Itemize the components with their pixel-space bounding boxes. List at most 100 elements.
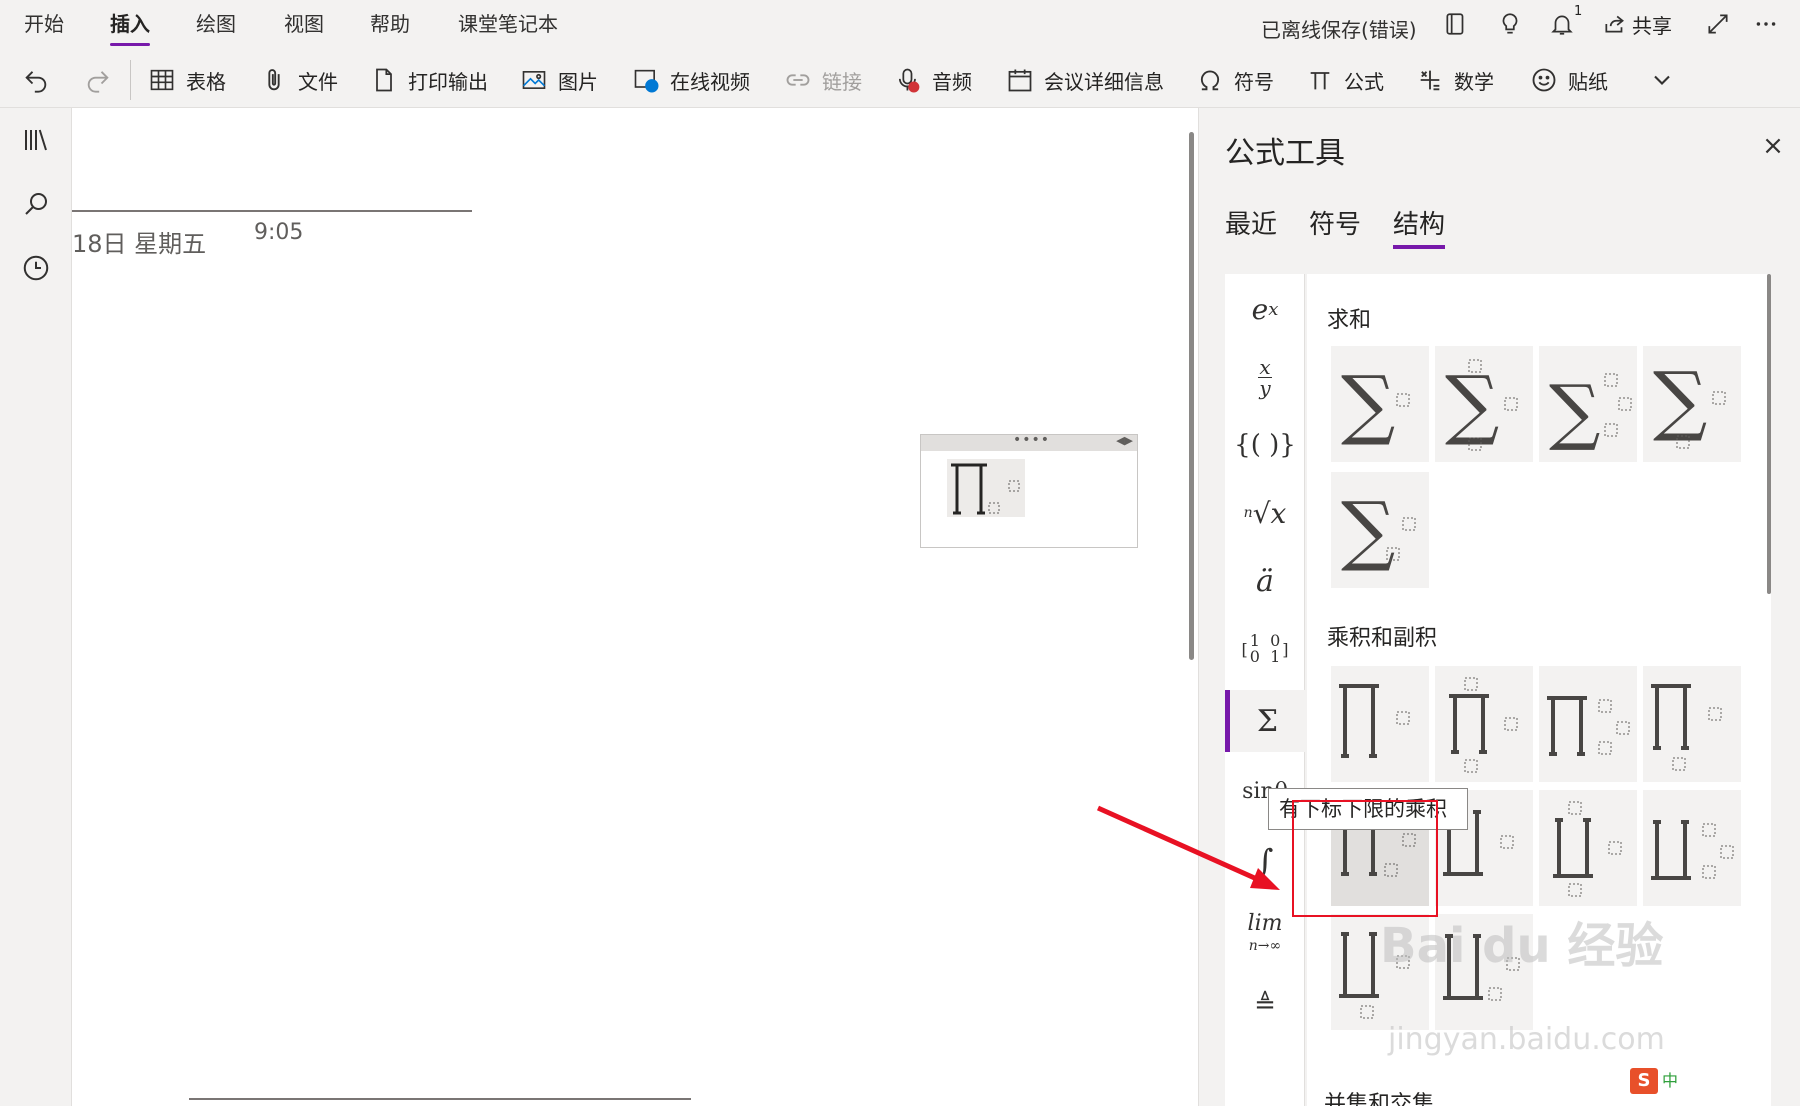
sticker-label: 贴纸	[1568, 69, 1608, 94]
more-commands-button[interactable]	[1648, 62, 1686, 98]
fullscreen-icon[interactable]	[1702, 8, 1734, 40]
document-icon	[376, 68, 392, 92]
ribbon: 开始 插入 绘图 视图 帮助 课堂笔记本 已离线保存(错误) 1 共享 表格 文…	[0, 0, 1800, 108]
product-limits-tile[interactable]	[1435, 666, 1533, 782]
sum-limits-icon: ∑	[1445, 359, 1518, 451]
equation-button[interactable]: 公式	[1306, 62, 1384, 98]
insert-toolbar: 表格 文件 打印输出 图片 在线视频 链接 音频 会议详细信息 符号 公式 数学…	[0, 54, 1800, 104]
sum-icon: ∑	[1341, 359, 1410, 448]
printout-label: 打印输出	[408, 69, 488, 94]
panel-title: 公式工具	[1225, 136, 1345, 171]
resize-arrows-icon[interactable]: ◀▶	[1116, 434, 1133, 447]
coproduct-subsup-icon	[1651, 820, 1734, 880]
printout-button[interactable]: 打印输出	[370, 62, 488, 98]
tab-view[interactable]: 视图	[284, 10, 324, 40]
equation-label: 公式	[1344, 69, 1384, 94]
category-operator-icon[interactable]: ≜	[1225, 974, 1305, 1036]
recent-clock-icon[interactable]	[18, 250, 54, 286]
immersive-reader-icon[interactable]	[1440, 8, 1472, 40]
smiley-icon	[1532, 68, 1556, 92]
link-button[interactable]: 链接	[784, 62, 862, 98]
container-handle[interactable]: •••• ◀▶	[921, 432, 1137, 451]
notebooks-icon[interactable]	[18, 122, 54, 158]
category-bracket-icon[interactable]: {( )}	[1225, 414, 1305, 476]
file-button[interactable]: 文件	[260, 62, 338, 98]
tab-class-notebook[interactable]: 课堂笔记本	[458, 10, 558, 40]
category-script-icon[interactable]: ex	[1225, 278, 1305, 340]
category-matrix-icon[interactable]: [1 00 1]	[1225, 618, 1305, 680]
online-video-button[interactable]: 在线视频	[632, 62, 750, 98]
page-time: 9:05	[254, 220, 304, 245]
coproduct-subsup-tile[interactable]	[1643, 790, 1741, 906]
sum-sub-tile[interactable]: ∑	[1331, 472, 1429, 588]
audio-button[interactable]: 音频	[894, 62, 972, 98]
coproduct-limits-tile[interactable]	[1539, 790, 1637, 906]
pi-icon	[1310, 72, 1330, 90]
tab-home[interactable]: 开始	[24, 10, 64, 40]
tab-structures[interactable]: 结构	[1393, 204, 1446, 249]
ribbon-tabs: 开始 插入 绘图 视图 帮助 课堂笔记本 已离线保存(错误) 1 共享	[0, 0, 1800, 48]
page-scrollbar[interactable]	[1189, 132, 1194, 660]
product-lower-tile[interactable]	[1643, 666, 1741, 782]
more-options-icon[interactable]	[1750, 8, 1782, 40]
structure-gallery: 求和 ∑ ∑ ∑ ∑ ∑ 乘积和副积	[1307, 274, 1771, 1106]
table-label: 表格	[186, 69, 226, 94]
ink-line	[189, 1098, 691, 1100]
coproduct-limits-icon	[1553, 801, 1622, 897]
lightbulb-icon[interactable]	[1494, 8, 1526, 40]
product-tile[interactable]	[1331, 666, 1429, 782]
share-icon	[1605, 15, 1624, 33]
close-icon[interactable]: ×	[1759, 132, 1787, 160]
share-label: 共享	[1632, 13, 1672, 38]
tab-recent[interactable]: 最近	[1225, 204, 1277, 241]
meeting-details-button[interactable]: 会议详细信息	[1006, 62, 1164, 98]
sum-subsup-tile[interactable]: ∑	[1539, 346, 1637, 462]
math-button[interactable]: 数学	[1416, 62, 1494, 98]
table-icon	[150, 69, 174, 91]
svg-text:∑: ∑	[1341, 359, 1395, 448]
page-date: 18日 星期五	[72, 230, 207, 258]
online-video-label: 在线视频	[670, 69, 750, 94]
sync-status[interactable]: 已离线保存(错误)	[1261, 14, 1417, 43]
gallery-scrollbar[interactable]	[1767, 274, 1771, 594]
redo-button[interactable]	[84, 62, 122, 98]
sum-subsup-icon: ∑	[1549, 369, 1632, 453]
product-lower-icon	[1651, 684, 1722, 771]
undo-button[interactable]	[22, 62, 60, 98]
watermark-main: Bai du 经验	[1380, 918, 1664, 974]
navigation-rail	[0, 108, 72, 1106]
category-radical-icon[interactable]: n √x	[1225, 482, 1305, 544]
ime-mode: 中	[1662, 1071, 1679, 1090]
tab-draw[interactable]: 绘图	[196, 10, 236, 40]
svg-text:∑: ∑	[1341, 485, 1395, 574]
search-icon[interactable]	[18, 186, 54, 222]
category-accent-icon[interactable]: ä	[1225, 550, 1305, 612]
equation-container[interactable]: •••• ◀▶	[920, 432, 1138, 548]
sticker-button[interactable]: 贴纸	[1530, 62, 1608, 98]
page-title-underline	[72, 210, 472, 212]
calendar-icon	[1008, 69, 1032, 92]
category-large-operator-icon[interactable]: Σ	[1225, 690, 1305, 752]
product-subsup-icon	[1547, 696, 1630, 756]
audio-label: 音频	[932, 69, 972, 94]
sum-tile[interactable]: ∑	[1331, 346, 1429, 462]
symbol-button[interactable]: 符号	[1196, 62, 1274, 98]
share-button[interactable]: 共享	[1602, 8, 1672, 40]
svg-text:∑: ∑	[1653, 355, 1707, 444]
product-subsup-tile[interactable]	[1539, 666, 1637, 782]
sum-lower-limit-tile[interactable]: ∑	[1643, 346, 1741, 462]
sum-limits-tile[interactable]: ∑	[1435, 346, 1533, 462]
tab-insert[interactable]: 插入	[110, 10, 150, 46]
table-button[interactable]: 表格	[148, 62, 226, 98]
tab-symbols[interactable]: 符号	[1309, 204, 1361, 241]
online-video-icon	[634, 69, 659, 93]
ime-indicator[interactable]: S 中	[1630, 1068, 1686, 1094]
page-canvas[interactable]: 18日 星期五 9:05 •••• ◀▶	[72, 108, 1198, 1106]
redo-icon	[87, 71, 109, 93]
tab-help[interactable]: 帮助	[370, 10, 410, 40]
svg-text:∑: ∑	[1549, 369, 1600, 453]
picture-button[interactable]: 图片	[520, 62, 598, 98]
toolbar-divider	[130, 60, 131, 100]
product-equation[interactable]	[947, 459, 1025, 517]
category-fraction-icon[interactable]: xy	[1225, 346, 1305, 408]
